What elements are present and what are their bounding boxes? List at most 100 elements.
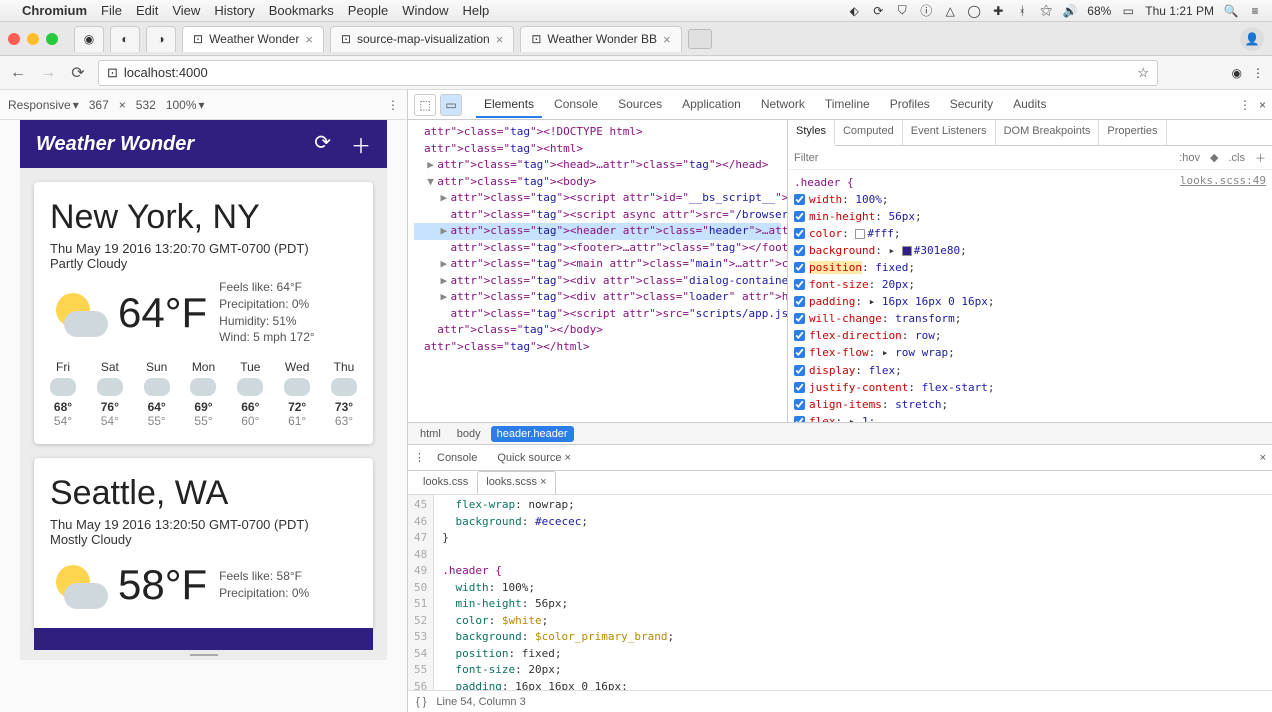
add-icon[interactable]: ＋ [351, 130, 371, 159]
crumb-html[interactable]: html [414, 426, 447, 442]
decl-toggle[interactable] [794, 330, 805, 341]
source-link[interactable]: looks.scss:49 [1180, 172, 1266, 189]
devtools-close-icon[interactable]: × [1259, 98, 1266, 112]
css-declaration[interactable]: position: fixed; [794, 259, 1266, 276]
dom-node[interactable]: ▶attr">class="tag"><div attr">class="dia… [414, 273, 781, 290]
css-declaration[interactable]: flex: ▸ 1; [794, 413, 1266, 422]
new-tab-button[interactable] [688, 29, 712, 49]
decl-toggle[interactable] [794, 211, 805, 222]
viewport-height[interactable]: 532 [136, 98, 156, 112]
close-icon[interactable]: × [565, 452, 571, 464]
back-button[interactable]: ← [8, 64, 28, 82]
viewport-width[interactable]: 367 [89, 98, 109, 112]
menu-help[interactable]: Help [463, 3, 490, 18]
panel-timeline[interactable]: Timeline [817, 92, 878, 118]
pinned-tab-firefox[interactable]: ◐ [110, 26, 140, 52]
dom-node[interactable]: attr">class="tag"></body> [414, 322, 781, 339]
braces-icon[interactable]: { } [416, 696, 426, 708]
dom-node[interactable]: ▶attr">class="tag"><script attr">id="__b… [414, 190, 781, 207]
browser-menu-icon[interactable]: ⋮ [1252, 66, 1264, 80]
file-tab-scss[interactable]: looks.scss × [477, 471, 555, 494]
refresh-icon[interactable]: ⟳ [314, 130, 331, 159]
close-window[interactable] [8, 33, 20, 45]
tab-styles[interactable]: Styles [788, 120, 835, 146]
css-declaration[interactable]: will-change: transform; [794, 310, 1266, 327]
close-icon[interactable]: × [540, 476, 546, 488]
drive-icon[interactable]: △ [943, 4, 957, 18]
cls-toggle[interactable]: .cls [1229, 152, 1246, 164]
device-selector[interactable]: Responsive ▾ [8, 98, 79, 112]
decl-toggle[interactable] [794, 313, 805, 324]
dropbox-icon[interactable]: ⬖ [847, 4, 861, 18]
menu-bookmarks[interactable]: Bookmarks [269, 3, 334, 18]
decl-toggle[interactable] [794, 365, 805, 376]
dom-node[interactable]: attr">class="tag"><footer>…attr">class="… [414, 240, 781, 257]
shield-icon[interactable]: ⛉ [895, 4, 909, 18]
dom-node[interactable]: ▼attr">class="tag"><body> [414, 174, 781, 191]
dom-node[interactable]: ▶attr">class="tag"><header attr">class="… [414, 223, 781, 240]
elements-tree[interactable]: attr">class="tag"><!DOCTYPE html>attr">c… [408, 120, 788, 422]
decl-toggle[interactable] [794, 245, 805, 256]
drawer-menu-icon[interactable]: ⋮ [414, 451, 425, 464]
extension-icon[interactable]: ◉ [1232, 66, 1242, 80]
close-tab-icon[interactable]: × [305, 32, 313, 47]
source-editor[interactable]: 45464748495051525354555657585960 flex-wr… [408, 495, 1272, 690]
decl-toggle[interactable] [794, 279, 805, 290]
device-toggle-icon[interactable]: ▭ [440, 94, 462, 116]
panel-security[interactable]: Security [942, 92, 1001, 118]
tab-properties[interactable]: Properties [1099, 120, 1166, 145]
panel-application[interactable]: Application [674, 92, 749, 118]
clock[interactable]: Thu 1:21 PM [1145, 4, 1214, 18]
menu-icon[interactable]: ≡ [1248, 4, 1262, 18]
css-declaration[interactable]: flex-flow: ▸ row wrap; [794, 344, 1266, 361]
menu-people[interactable]: People [348, 3, 388, 18]
puzzle-icon[interactable]: ✚ [991, 4, 1005, 18]
drag-handle[interactable] [185, 654, 223, 660]
css-declaration[interactable]: display: flex; [794, 362, 1266, 379]
decl-toggle[interactable] [794, 296, 805, 307]
tab-weather-bb[interactable]: ⊡ Weather Wonder BB × [520, 26, 681, 52]
dom-node[interactable]: attr">class="tag"></html> [414, 339, 781, 356]
color-icon[interactable]: ◆ [1210, 151, 1218, 164]
spotlight-icon[interactable]: 🔍 [1224, 4, 1238, 18]
dom-node[interactable]: ▶attr">class="tag"><main attr">class="ma… [414, 256, 781, 273]
panel-audits[interactable]: Audits [1005, 92, 1054, 118]
dom-node[interactable]: attr">class="tag"><script async attr">sr… [414, 207, 781, 224]
panel-profiles[interactable]: Profiles [882, 92, 938, 118]
star-icon[interactable]: ☆ [1137, 65, 1149, 81]
device-menu-icon[interactable]: ⋮ [387, 98, 399, 112]
panel-sources[interactable]: Sources [610, 92, 670, 118]
crumb-body[interactable]: body [451, 426, 487, 442]
drawer-tab-quicksource[interactable]: Quick source × [489, 448, 579, 468]
menu-view[interactable]: View [172, 3, 200, 18]
hov-toggle[interactable]: :hov [1179, 152, 1200, 164]
file-tab-css[interactable]: looks.css [414, 471, 477, 494]
css-declaration[interactable]: align-items: stretch; [794, 396, 1266, 413]
dom-node[interactable]: ▶attr">class="tag"><div attr">class="loa… [414, 289, 781, 306]
bluetooth-icon[interactable]: ᚼ [1015, 4, 1029, 18]
reload-button[interactable]: ⟳ [68, 63, 88, 83]
tab-sourcemap[interactable]: ⊡ source-map-visualization × [330, 26, 514, 52]
devtools-menu-icon[interactable]: ⋮ [1239, 98, 1251, 112]
volume-icon[interactable]: 🔊 [1063, 4, 1077, 18]
css-declaration[interactable]: flex-direction: row; [794, 327, 1266, 344]
dom-node[interactable]: ▶attr">class="tag"><head>…attr">class="t… [414, 157, 781, 174]
decl-toggle[interactable] [794, 262, 805, 273]
styles-filter-input[interactable] [794, 152, 1171, 164]
menu-file[interactable]: File [101, 3, 122, 18]
chrome-icon[interactable]: ◯ [967, 4, 981, 18]
sync-icon[interactable]: ⟳ [871, 4, 885, 18]
add-rule-icon[interactable]: ＋ [1255, 150, 1266, 166]
close-tab-icon[interactable]: × [496, 32, 504, 47]
decl-toggle[interactable] [794, 347, 805, 358]
profile-avatar[interactable]: 👤 [1240, 27, 1264, 51]
panel-elements[interactable]: Elements [476, 92, 542, 118]
zoom-window[interactable] [46, 33, 58, 45]
css-declaration[interactable]: justify-content: flex-start; [794, 379, 1266, 396]
zoom-selector[interactable]: 100% ▾ [166, 98, 205, 112]
css-declaration[interactable]: color: #fff; [794, 225, 1266, 242]
css-declaration[interactable]: padding: ▸ 16px 16px 0 16px; [794, 293, 1266, 310]
menu-window[interactable]: Window [402, 3, 448, 18]
menu-history[interactable]: History [214, 3, 254, 18]
info-icon[interactable]: ⓘ [919, 4, 933, 18]
